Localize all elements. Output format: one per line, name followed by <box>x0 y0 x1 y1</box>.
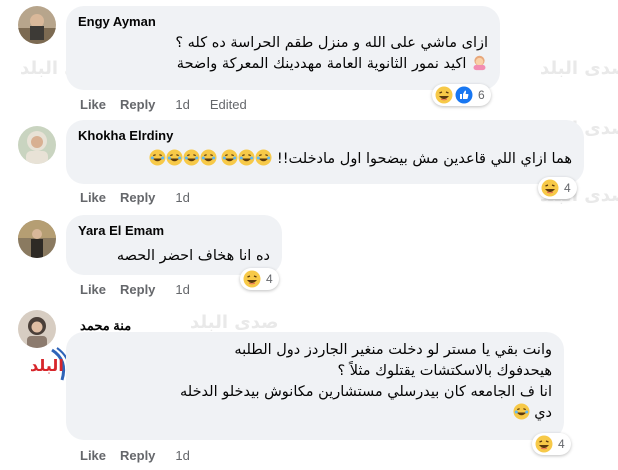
comment-line: ازاى ماشي على الله و منزل طقم الحراسة ده… <box>175 35 488 51</box>
like-button[interactable]: Like <box>80 448 106 463</box>
timestamp[interactable]: 1d <box>175 282 189 297</box>
avatar[interactable] <box>18 126 56 164</box>
reply-button[interactable]: Reply <box>120 448 155 463</box>
watermark-text: صدى البلد <box>190 312 279 333</box>
woman-gesturing-emoji-icon <box>471 54 488 71</box>
comment-line: انا ف الجامعه كان بيدرسلي مستشارين مكانو… <box>180 384 552 400</box>
laughing-emoji-icon <box>183 149 200 166</box>
haha-icon <box>435 86 453 104</box>
watermark-text: صدى البلد <box>540 58 618 79</box>
reply-button[interactable]: Reply <box>120 282 155 297</box>
comment-line-text: دي <box>534 405 552 421</box>
edited-label: Edited <box>209 97 247 112</box>
reaction-count: 6 <box>478 88 485 102</box>
comment-line: دي <box>78 403 552 424</box>
like-button[interactable]: Like <box>80 282 106 297</box>
haha-icon <box>535 435 553 453</box>
avatar-image <box>18 126 56 164</box>
laughing-emoji-group <box>149 149 217 167</box>
reply-button[interactable]: Reply <box>120 190 155 205</box>
avatar-image <box>18 6 56 44</box>
reaction-summary[interactable]: 4 <box>532 433 571 455</box>
reaction-count: 4 <box>564 181 571 195</box>
avatar-image <box>18 220 56 258</box>
comment-author[interactable]: Engy Ayman <box>78 14 488 29</box>
laughing-emoji-icon <box>221 149 238 166</box>
like-icon <box>455 86 473 104</box>
reaction-count: 4 <box>558 437 565 451</box>
logo-text: البلد <box>30 356 64 375</box>
like-button[interactable]: Like <box>80 97 106 112</box>
comment-line: ده انا هخاف احضر الحصه <box>116 248 270 264</box>
comment-text: ده انا هخاف احضر الحصه <box>78 246 270 267</box>
comment-text: ازاى ماشي على الله و منزل طقم الحراسة ده… <box>78 33 488 75</box>
laughing-emoji-icon <box>513 403 530 420</box>
laughing-emoji-icon <box>166 149 183 166</box>
comment-bubble: Engy Ayman ازاى ماشي على الله و منزل طقم… <box>66 6 500 90</box>
comment-line: هما ازاي اللي قاعدين مش بيضحوا اول مادخل… <box>78 149 572 170</box>
like-button[interactable]: Like <box>80 190 106 205</box>
comment-line: وانت بقي يا مستر لو دخلت منغير الجاردز د… <box>234 342 552 358</box>
reaction-summary[interactable]: 4 <box>240 268 279 290</box>
comment-text: هما ازاي اللي قاعدين مش بيضحوا اول مادخل… <box>78 149 572 170</box>
timestamp[interactable]: 1d <box>175 97 189 112</box>
comment-actions: Like Reply 1d <box>80 448 190 463</box>
avatar[interactable] <box>18 220 56 258</box>
reaction-summary[interactable]: 4 <box>538 177 577 199</box>
laughing-emoji-icon <box>149 149 166 166</box>
comment-line-text: هما ازاي اللي قاعدين مش بيضحوا اول مادخل… <box>276 151 572 167</box>
avatar[interactable] <box>18 310 56 348</box>
reaction-count: 4 <box>266 272 273 286</box>
laughing-emoji-icon <box>238 149 255 166</box>
comment-text: وانت بقي يا مستر لو دخلت منغير الجاردز د… <box>78 340 552 424</box>
timestamp[interactable]: 1d <box>175 190 189 205</box>
comment-bubble: Yara El Emam ده انا هخاف احضر الحصه <box>66 215 282 275</box>
timestamp[interactable]: 1d <box>175 448 189 463</box>
laughing-emoji-icon <box>255 149 272 166</box>
comment-line: هيحدفوك بالاسكتشات يقتلوك مثلاً ؟ <box>337 363 552 379</box>
comment-line-text: اكيد نمور الثانوية العامة مهددينك المعرك… <box>176 56 467 72</box>
avatar[interactable] <box>18 6 56 44</box>
avatar-image <box>18 310 56 348</box>
comment-author[interactable]: Yara El Emam <box>78 223 270 238</box>
comment-bubble: وانت بقي يا مستر لو دخلت منغير الجاردز د… <box>66 332 564 440</box>
haha-icon <box>243 270 261 288</box>
haha-icon <box>541 179 559 197</box>
comment-author[interactable]: Khokha Elrdiny <box>78 128 572 143</box>
comment-actions: Like Reply 1d <box>80 282 190 297</box>
comment-line: اكيد نمور الثانوية العامة مهددينك المعرك… <box>78 54 488 75</box>
laughing-emoji-group <box>217 149 273 167</box>
comment-actions: Like Reply 1d <box>80 190 190 205</box>
reaction-summary[interactable]: 6 <box>432 84 491 106</box>
comment-actions: Like Reply 1d Edited <box>80 97 247 112</box>
laughing-emoji-icon <box>200 149 217 166</box>
reply-button[interactable]: Reply <box>120 97 155 112</box>
comment-bubble: Khokha Elrdiny هما ازاي اللي قاعدين مش ب… <box>66 120 584 184</box>
